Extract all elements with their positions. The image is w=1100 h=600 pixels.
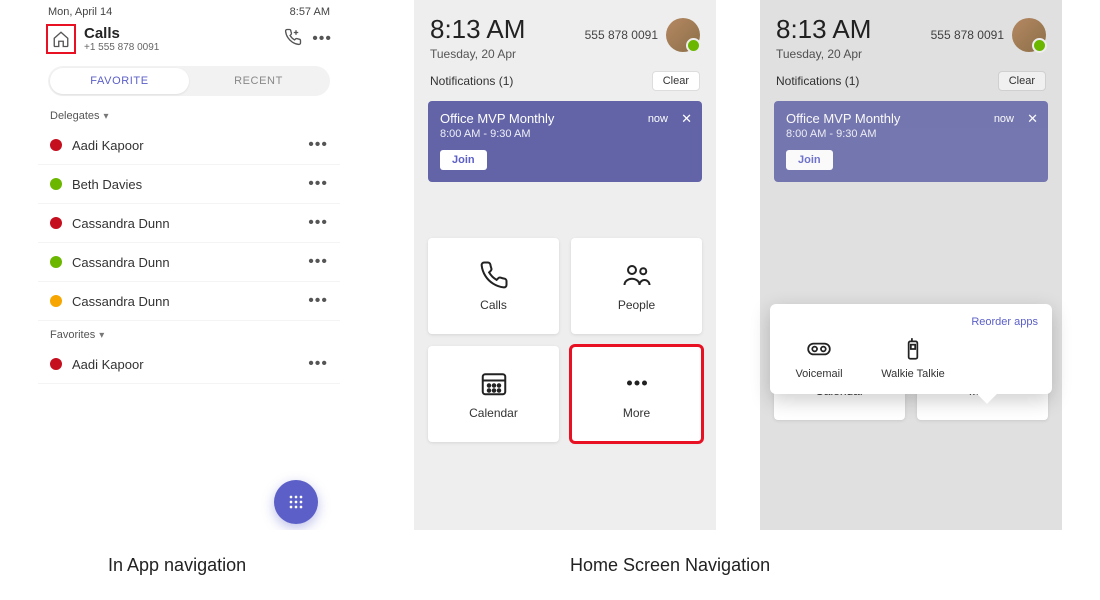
clock-date: Tuesday, 20 Apr xyxy=(430,47,525,61)
notif-time: 8:00 AM - 9:30 AM xyxy=(440,128,690,140)
contact-name: Cassandra Dunn xyxy=(72,255,298,270)
contact-name: Beth Davies xyxy=(72,177,298,192)
more-icon[interactable]: ••• xyxy=(308,253,328,271)
dialpad-button[interactable] xyxy=(274,480,318,524)
add-call-icon[interactable] xyxy=(284,28,302,51)
app-label: Voicemail xyxy=(795,368,842,380)
notifications-header: Notifications (1) xyxy=(776,74,859,88)
more-icon[interactable]: ••• xyxy=(308,136,328,154)
contact-row[interactable]: Cassandra Dunn ••• xyxy=(38,204,340,243)
contact-name: Aadi Kapoor xyxy=(72,138,298,153)
close-icon[interactable]: ✕ xyxy=(681,111,692,127)
page-title: Calls xyxy=(84,25,276,42)
chevron-down-icon: ▾ xyxy=(104,111,109,122)
notifications-header: Notifications (1) xyxy=(430,74,513,88)
notif-tag: now xyxy=(994,113,1014,125)
home-panel-popover: 8:13 AM Tuesday, 20 Apr 555 878 0091 Not… xyxy=(760,0,1062,530)
presence-icon xyxy=(50,295,62,307)
caption-left: In App navigation xyxy=(108,555,246,576)
presence-icon xyxy=(50,139,62,151)
tile-calls[interactable]: Calls xyxy=(428,238,559,334)
contact-row[interactable]: Beth Davies ••• xyxy=(38,165,340,204)
presence-icon xyxy=(50,178,62,190)
notif-time: 8:00 AM - 9:30 AM xyxy=(786,128,1036,140)
home-panel: 8:13 AM Tuesday, 20 Apr 555 878 0091 Not… xyxy=(414,0,716,530)
presence-icon xyxy=(50,256,62,268)
app-header: Calls +1 555 878 0091 ••• xyxy=(38,20,340,58)
avatar[interactable] xyxy=(666,18,700,52)
app-walkie-talkie[interactable]: Walkie Talkie xyxy=(878,336,948,380)
tile-label: Calendar xyxy=(469,406,518,420)
reorder-apps-link[interactable]: Reorder apps xyxy=(784,316,1038,328)
notification-card[interactable]: Office MVP Monthly 8:00 AM - 9:30 AM now… xyxy=(774,101,1048,182)
join-button[interactable]: Join xyxy=(440,150,487,170)
contact-row[interactable]: Aadi Kapoor ••• xyxy=(38,345,340,384)
contact-name: Cassandra Dunn xyxy=(72,294,298,309)
header-phone: 555 878 0091 xyxy=(931,28,1004,42)
title-block: Calls +1 555 878 0091 xyxy=(84,25,276,53)
notification-card[interactable]: Office MVP Monthly 8:00 AM - 9:30 AM now… xyxy=(428,101,702,182)
more-icon[interactable]: ••• xyxy=(308,175,328,193)
contact-name: Cassandra Dunn xyxy=(72,216,298,231)
status-date: Mon, April 14 xyxy=(48,6,112,18)
status-time: 8:57 AM xyxy=(290,6,330,18)
close-icon[interactable]: ✕ xyxy=(1027,111,1038,127)
clock-time: 8:13 AM xyxy=(430,14,525,45)
status-bar: Mon, April 14 8:57 AM xyxy=(38,0,340,20)
contact-name: Aadi Kapoor xyxy=(72,357,298,372)
clock-time: 8:13 AM xyxy=(776,14,871,45)
clock-date: Tuesday, 20 Apr xyxy=(776,47,871,61)
app-voicemail[interactable]: Voicemail xyxy=(784,336,854,380)
more-apps-popover: Reorder apps Voicemail Walkie Talkie xyxy=(770,304,1052,394)
notif-tag: now xyxy=(648,113,668,125)
clear-button[interactable]: Clear xyxy=(652,71,700,91)
join-button[interactable]: Join xyxy=(786,150,833,170)
tile-people[interactable]: People xyxy=(571,238,702,334)
tile-label: More xyxy=(623,406,650,420)
more-icon[interactable]: ••• xyxy=(308,214,328,232)
tab-favorite[interactable]: FAVORITE xyxy=(50,68,189,94)
header-phone: 555 878 0091 xyxy=(585,28,658,42)
in-app-panel: Mon, April 14 8:57 AM Calls +1 555 878 0… xyxy=(38,0,340,530)
contact-row[interactable]: Aadi Kapoor ••• xyxy=(38,126,340,165)
more-icon[interactable]: ••• xyxy=(308,292,328,310)
more-icon[interactable]: ••• xyxy=(308,355,328,373)
contact-row[interactable]: Cassandra Dunn ••• xyxy=(38,282,340,321)
presence-icon xyxy=(50,358,62,370)
avatar[interactable] xyxy=(1012,18,1046,52)
section-delegates[interactable]: Delegates ▾ xyxy=(38,102,340,126)
contact-row[interactable]: Cassandra Dunn ••• xyxy=(38,243,340,282)
tab-recent[interactable]: RECENT xyxy=(189,68,328,94)
chevron-down-icon: ▾ xyxy=(99,330,104,341)
tile-label: People xyxy=(618,298,655,312)
presence-icon xyxy=(50,217,62,229)
home-icon[interactable] xyxy=(46,24,76,54)
section-favorites[interactable]: Favorites ▾ xyxy=(38,321,340,345)
app-label: Walkie Talkie xyxy=(881,368,945,380)
header-phone: +1 555 878 0091 xyxy=(84,42,276,53)
tile-calendar[interactable]: Calendar xyxy=(428,346,559,442)
caption-right: Home Screen Navigation xyxy=(570,555,770,576)
tile-more[interactable]: More xyxy=(571,346,702,442)
tile-label: Calls xyxy=(480,298,507,312)
clear-button[interactable]: Clear xyxy=(998,71,1046,91)
header-more-icon[interactable]: ••• xyxy=(312,30,332,48)
tabs: FAVORITE RECENT xyxy=(48,66,330,96)
